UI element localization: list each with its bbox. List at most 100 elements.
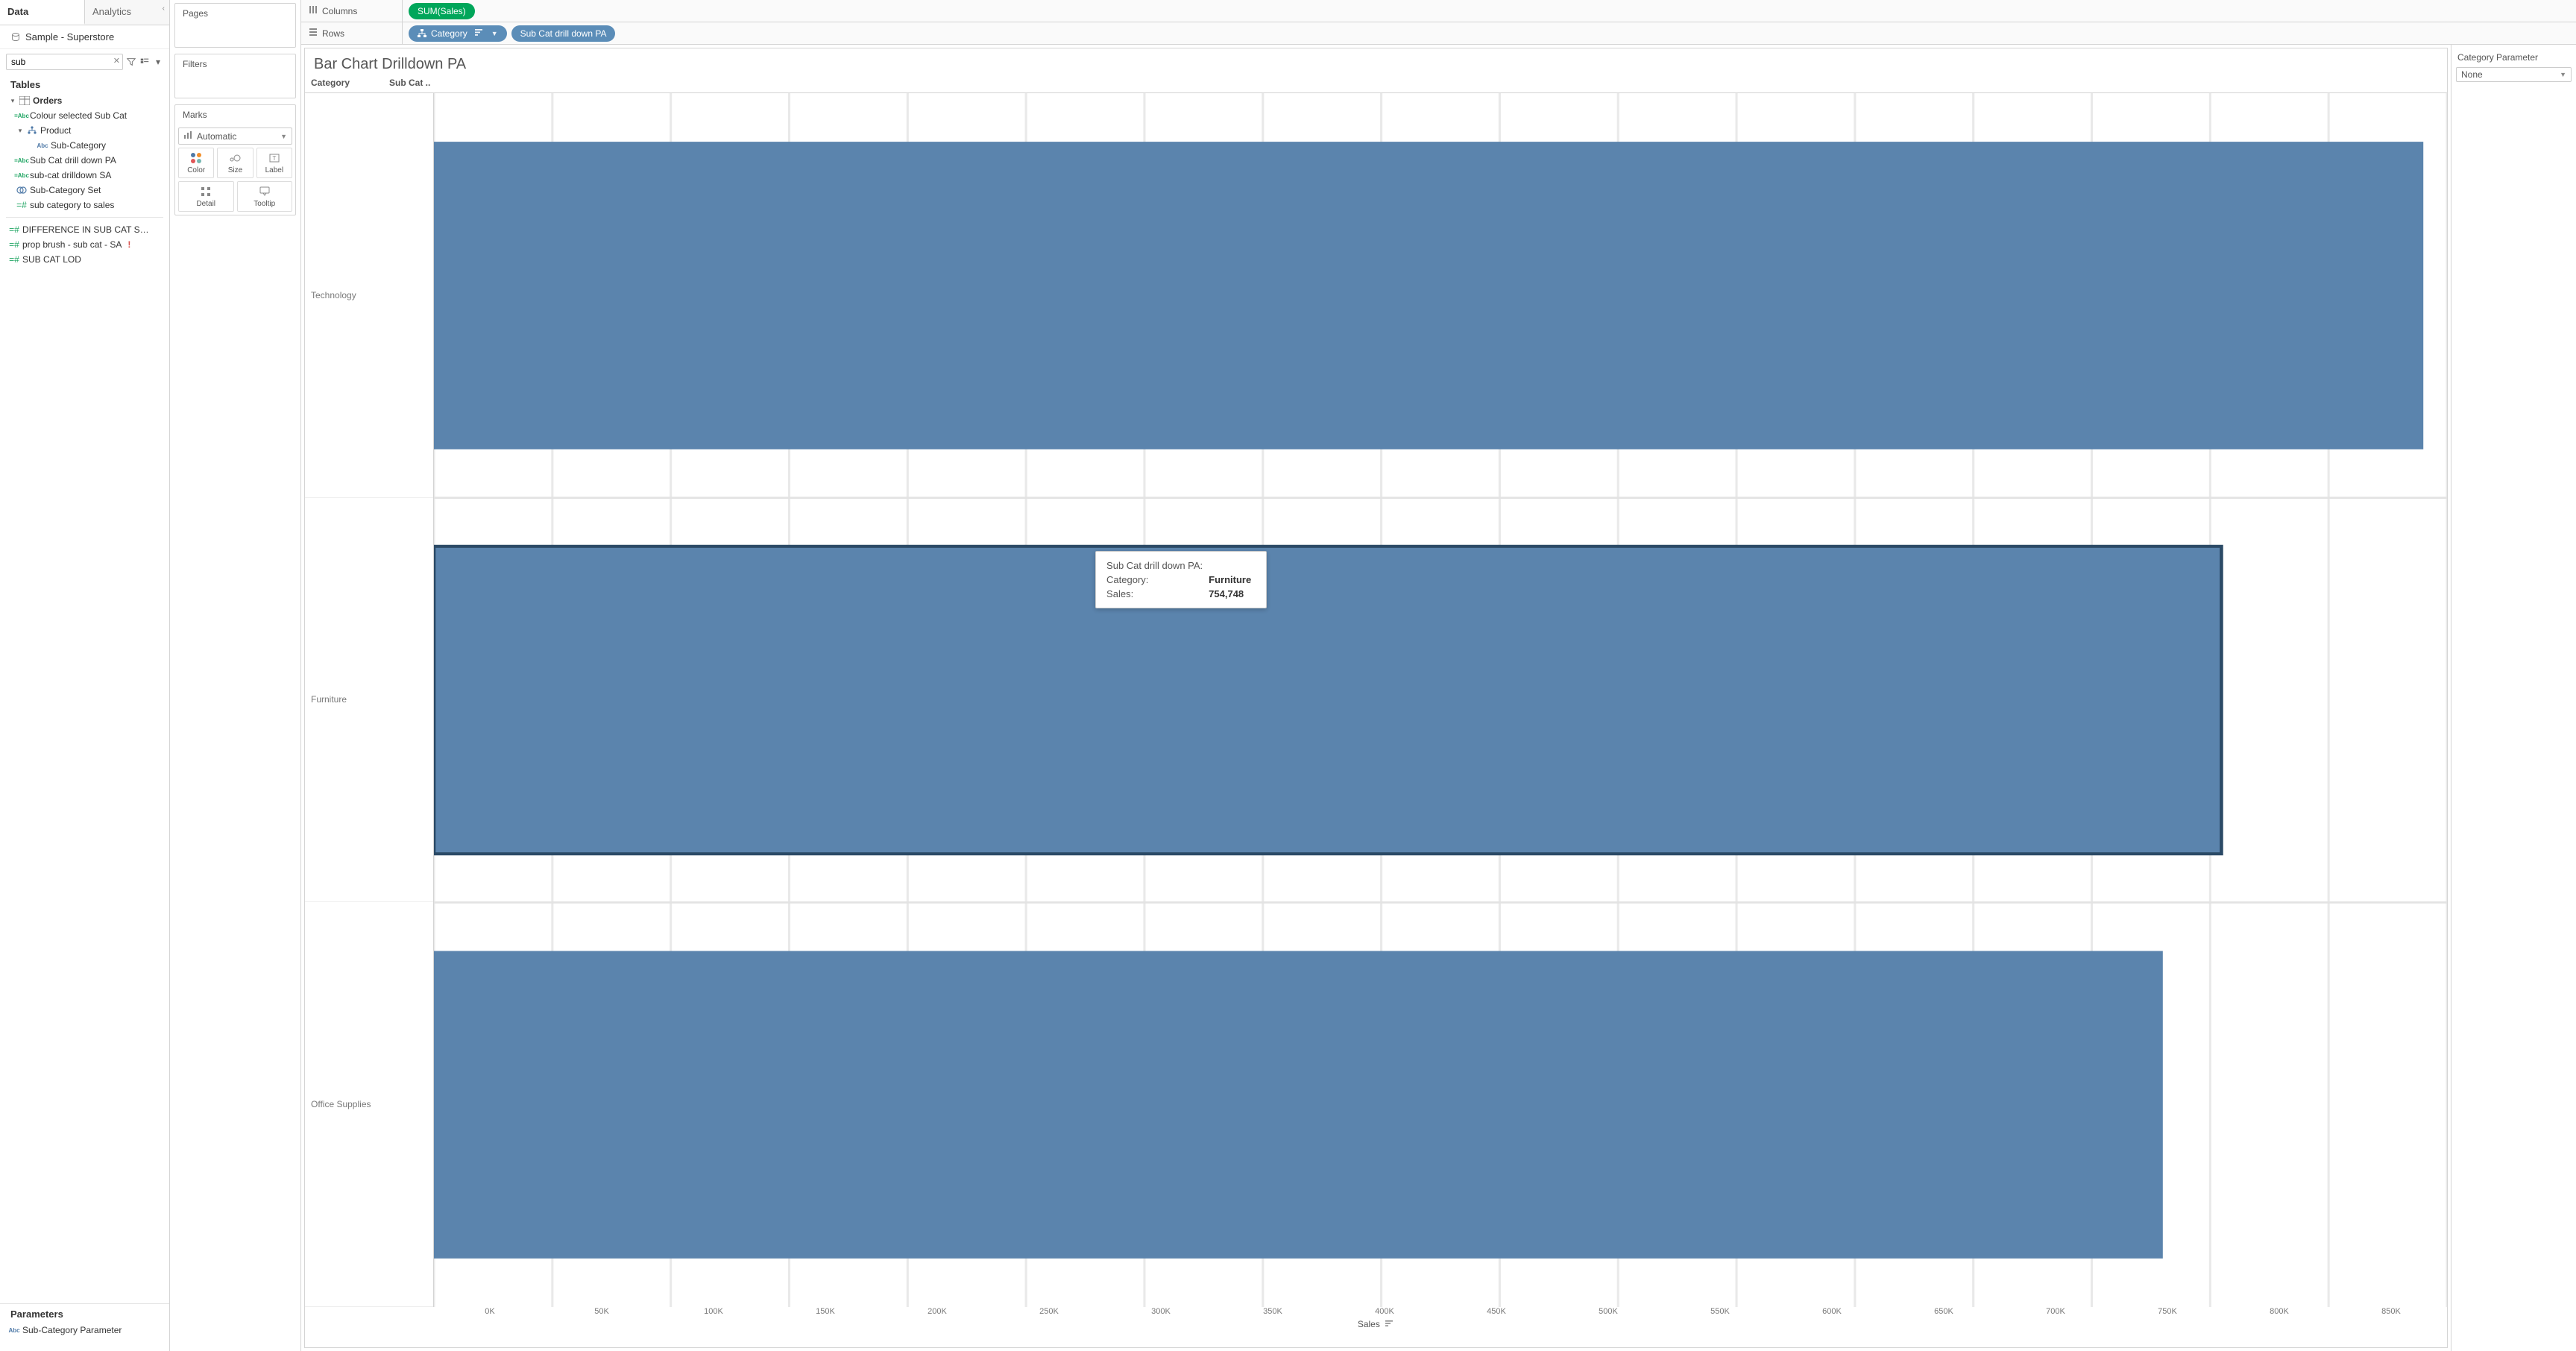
svg-text:T: T — [272, 155, 276, 162]
minimize-pane-icon[interactable]: ‹ — [163, 4, 165, 13]
category-parameter-title: Category Parameter — [2456, 49, 2572, 67]
field-label: Colour selected Sub Cat — [30, 110, 127, 121]
filters-card[interactable]: Filters — [174, 54, 296, 98]
mark-type-label: Automatic — [197, 131, 236, 142]
tooltip-category-value: Furniture — [1209, 573, 1256, 586]
x-axis-tick: 450K — [1440, 1307, 1552, 1316]
x-axis-title[interactable]: Sales — [305, 1316, 2447, 1331]
field-sub-category-to-sales[interactable]: =# sub category to sales — [6, 198, 163, 212]
calc-string-icon: =Abc — [16, 111, 27, 120]
calc-number-icon: =# — [9, 255, 19, 264]
row-header-category[interactable]: Category — [305, 78, 383, 88]
mark-type-select[interactable]: Automatic ▼ — [178, 127, 292, 145]
field-diff-sub-cat[interactable]: =# DIFFERENCE IN SUB CAT S… — [6, 222, 163, 237]
chart-plot[interactable]: Sub Cat drill down PA: Category:Furnitur… — [434, 93, 2447, 1307]
row-label-office-supplies[interactable]: Office Supplies — [305, 902, 433, 1307]
x-axis-tick: 400K — [1329, 1307, 1440, 1316]
datasource-row[interactable]: Sample - Superstore — [0, 25, 169, 49]
pages-card[interactable]: Pages — [174, 3, 296, 48]
table-orders-label: Orders — [33, 95, 62, 106]
error-icon: ! — [127, 239, 130, 250]
field-label: sub-cat drilldown SA — [30, 170, 111, 180]
columns-shelf[interactable]: Columns SUM(Sales) — [301, 0, 2576, 22]
parameter-sub-category-parameter[interactable]: Abc Sub-Category Parameter — [6, 1323, 163, 1338]
marks-color[interactable]: Color — [178, 148, 214, 178]
row-labels-column: Technology Furniture Office Supplies — [305, 93, 434, 1307]
string-icon: Abc — [9, 1326, 19, 1335]
field-label: Sub-Category Set — [30, 185, 101, 195]
viz-title[interactable]: Bar Chart Drilldown PA — [305, 48, 2447, 76]
color-icon — [180, 151, 212, 165]
field-label: sub category to sales — [30, 200, 114, 210]
tooltip-category-label: Category: — [1106, 573, 1207, 586]
marks-detail[interactable]: Detail — [178, 181, 234, 212]
x-axis-tick: 500K — [1552, 1307, 1664, 1316]
field-label: SUB CAT LOD — [22, 254, 81, 265]
field-label: Sub-Category — [51, 140, 106, 151]
parameters-header: Parameters — [0, 1304, 169, 1323]
field-product-hierarchy[interactable]: ▾ Product — [6, 123, 163, 138]
marks-detail-label: Detail — [180, 200, 232, 208]
pill-label: SUM(Sales) — [418, 6, 466, 16]
size-icon — [219, 151, 251, 165]
tooltip: Sub Cat drill down PA: Category:Furnitur… — [1095, 551, 1267, 608]
pill-label: Category — [431, 28, 467, 39]
hierarchy-icon — [27, 126, 37, 135]
marks-size-label: Size — [219, 166, 251, 174]
field-sub-category[interactable]: Abc Sub-Category — [6, 138, 163, 153]
calc-number-icon: =# — [9, 240, 19, 249]
data-pane: Data Analytics ‹ Sample - Superstore ✕ — [0, 0, 170, 1351]
datasource-icon — [10, 32, 21, 42]
string-icon: Abc — [37, 141, 48, 150]
rows-icon — [309, 28, 318, 39]
chevron-down-icon: ▼ — [280, 133, 287, 140]
field-label: Product — [40, 125, 71, 136]
caret-down-icon: ▾ — [16, 127, 24, 135]
marks-label[interactable]: T Label — [256, 148, 292, 178]
calc-number-icon: =# — [9, 225, 19, 234]
x-axis-tick: 800K — [2223, 1307, 2335, 1316]
marks-card: Marks Automatic ▼ Color — [174, 104, 296, 215]
rows-shelf[interactable]: Rows Category ▼ Sub Cat drill down PA — [301, 22, 2576, 45]
calc-number-icon: =# — [16, 201, 27, 210]
chevron-down-icon: ▼ — [491, 30, 498, 37]
filters-card-header: Filters — [175, 54, 295, 74]
pill-sum-sales[interactable]: SUM(Sales) — [409, 3, 475, 19]
field-sub-category-set[interactable]: Sub-Category Set — [6, 183, 163, 198]
x-axis-tick: 150K — [769, 1307, 881, 1316]
cards-column: Pages Filters Marks Automatic ▼ — [170, 0, 301, 1351]
field-sub-cat-drilldown-sa[interactable]: =Abc sub-cat drilldown SA — [6, 168, 163, 183]
marks-size[interactable]: Size — [217, 148, 253, 178]
category-parameter-select[interactable]: None ▼ — [2456, 67, 2572, 82]
tab-data[interactable]: Data — [0, 0, 85, 25]
row-header-subcat[interactable]: Sub Cat .. — [383, 78, 434, 88]
marks-color-label: Color — [180, 166, 212, 174]
hierarchy-pill-icon — [418, 29, 426, 38]
fields-menu-icon[interactable]: ▾ — [153, 57, 163, 67]
field-sub-cat-lod[interactable]: =# SUB CAT LOD — [6, 252, 163, 267]
tab-analytics[interactable]: Analytics ‹ — [85, 0, 169, 25]
x-axis-tick: 50K — [546, 1307, 658, 1316]
x-axis-tick: 750K — [2111, 1307, 2223, 1316]
x-axis-tick: 700K — [2000, 1307, 2111, 1316]
filter-fields-icon[interactable] — [126, 57, 136, 67]
field-prop-brush[interactable]: =# prop brush - sub cat - SA ! — [6, 237, 163, 252]
x-axis-ticks: 0K50K100K150K200K250K300K350K400K450K500… — [305, 1307, 2447, 1316]
marks-tooltip[interactable]: Tooltip — [237, 181, 293, 212]
clear-search-icon[interactable]: ✕ — [113, 56, 120, 66]
field-sub-cat-drill-down-pa[interactable]: =Abc Sub Cat drill down PA — [6, 153, 163, 168]
tab-analytics-label: Analytics — [92, 6, 131, 17]
x-axis-tick: 0K — [434, 1307, 546, 1316]
pill-category[interactable]: Category ▼ — [409, 25, 507, 42]
row-label-furniture[interactable]: Furniture — [305, 498, 433, 903]
x-axis-tick: 250K — [993, 1307, 1105, 1316]
x-axis-label: Sales — [1358, 1319, 1380, 1329]
sort-desc-icon — [1385, 1321, 1394, 1329]
pill-sub-cat-drill-down-pa[interactable]: Sub Cat drill down PA — [511, 25, 616, 42]
row-label-technology[interactable]: Technology — [305, 93, 433, 498]
field-colour-selected-sub-cat[interactable]: =Abc Colour selected Sub Cat — [6, 108, 163, 123]
view-mode-icon[interactable] — [139, 57, 150, 67]
table-orders[interactable]: ▾ Orders — [6, 93, 163, 108]
field-search-input[interactable] — [6, 54, 123, 70]
x-axis-tick: 550K — [1664, 1307, 1776, 1316]
